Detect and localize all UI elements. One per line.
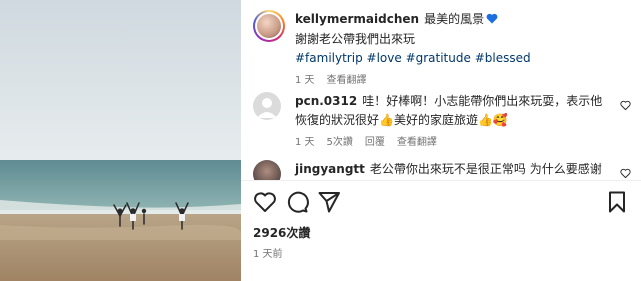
post-photo[interactable] — [0, 0, 241, 281]
blue-heart-emoji — [486, 11, 498, 30]
bookmark-icon[interactable] — [605, 190, 629, 214]
translate-link[interactable]: 查看翻譯 — [327, 75, 367, 86]
share-icon[interactable] — [317, 190, 341, 214]
heart-outline-icon[interactable] — [253, 190, 277, 214]
hashtag-link[interactable]: #familytrip — [295, 51, 363, 65]
comment-text: 老公帶你出來玩不是很正常吗 为什么要感谢 — [369, 162, 602, 176]
author-avatar[interactable] — [253, 10, 285, 42]
commenter-avatar[interactable] — [253, 92, 281, 120]
action-bar — [253, 190, 629, 216]
comment-age: 1 天 — [295, 137, 315, 148]
comment-icon[interactable] — [285, 190, 309, 214]
caption-hashtags: #familytrip #love #gratitude #blessed — [295, 49, 613, 68]
hashtag-link[interactable]: #gratitude — [406, 51, 471, 65]
comment-username[interactable]: jingyangtt — [295, 162, 365, 176]
comments-section[interactable]: kellymermaidchen 最美的風景 謝謝老公帶我們出來玩 #family… — [241, 0, 641, 180]
post-detail-panel: kellymermaidchen 最美的風景 謝謝老公帶我們出來玩 #family… — [241, 0, 641, 281]
comment-meta: 1 天 5次讚 回覆 查看翻譯 — [295, 136, 613, 150]
caption-age: 1 天 — [295, 75, 315, 86]
hashtag-link[interactable]: #love — [367, 51, 402, 65]
comment-like-icon[interactable] — [620, 100, 631, 111]
author-username[interactable]: kellymermaidchen — [295, 12, 419, 26]
caption-meta: 1 天 查看翻譯 — [295, 74, 613, 88]
translate-link[interactable]: 查看翻譯 — [397, 137, 437, 148]
caption-text-1: 最美的風景 — [424, 12, 485, 26]
hashtag-link[interactable]: #blessed — [475, 51, 531, 65]
comment-likes[interactable]: 5次讚 — [327, 137, 353, 148]
post-timestamp: 1 天前 — [253, 249, 283, 260]
commenter-avatar[interactable] — [253, 160, 281, 180]
caption-text-2: 謝謝老公帶我們出來玩 — [295, 32, 416, 46]
reply-link[interactable]: 回覆 — [365, 137, 385, 148]
likes-count[interactable]: 2926次讚 — [253, 224, 310, 241]
caption-line-1: kellymermaidchen 最美的風景 — [295, 10, 613, 30]
divider — [241, 180, 641, 181]
comment-username[interactable]: pcn.0312 — [295, 94, 357, 108]
comment-like-icon[interactable] — [620, 168, 631, 179]
